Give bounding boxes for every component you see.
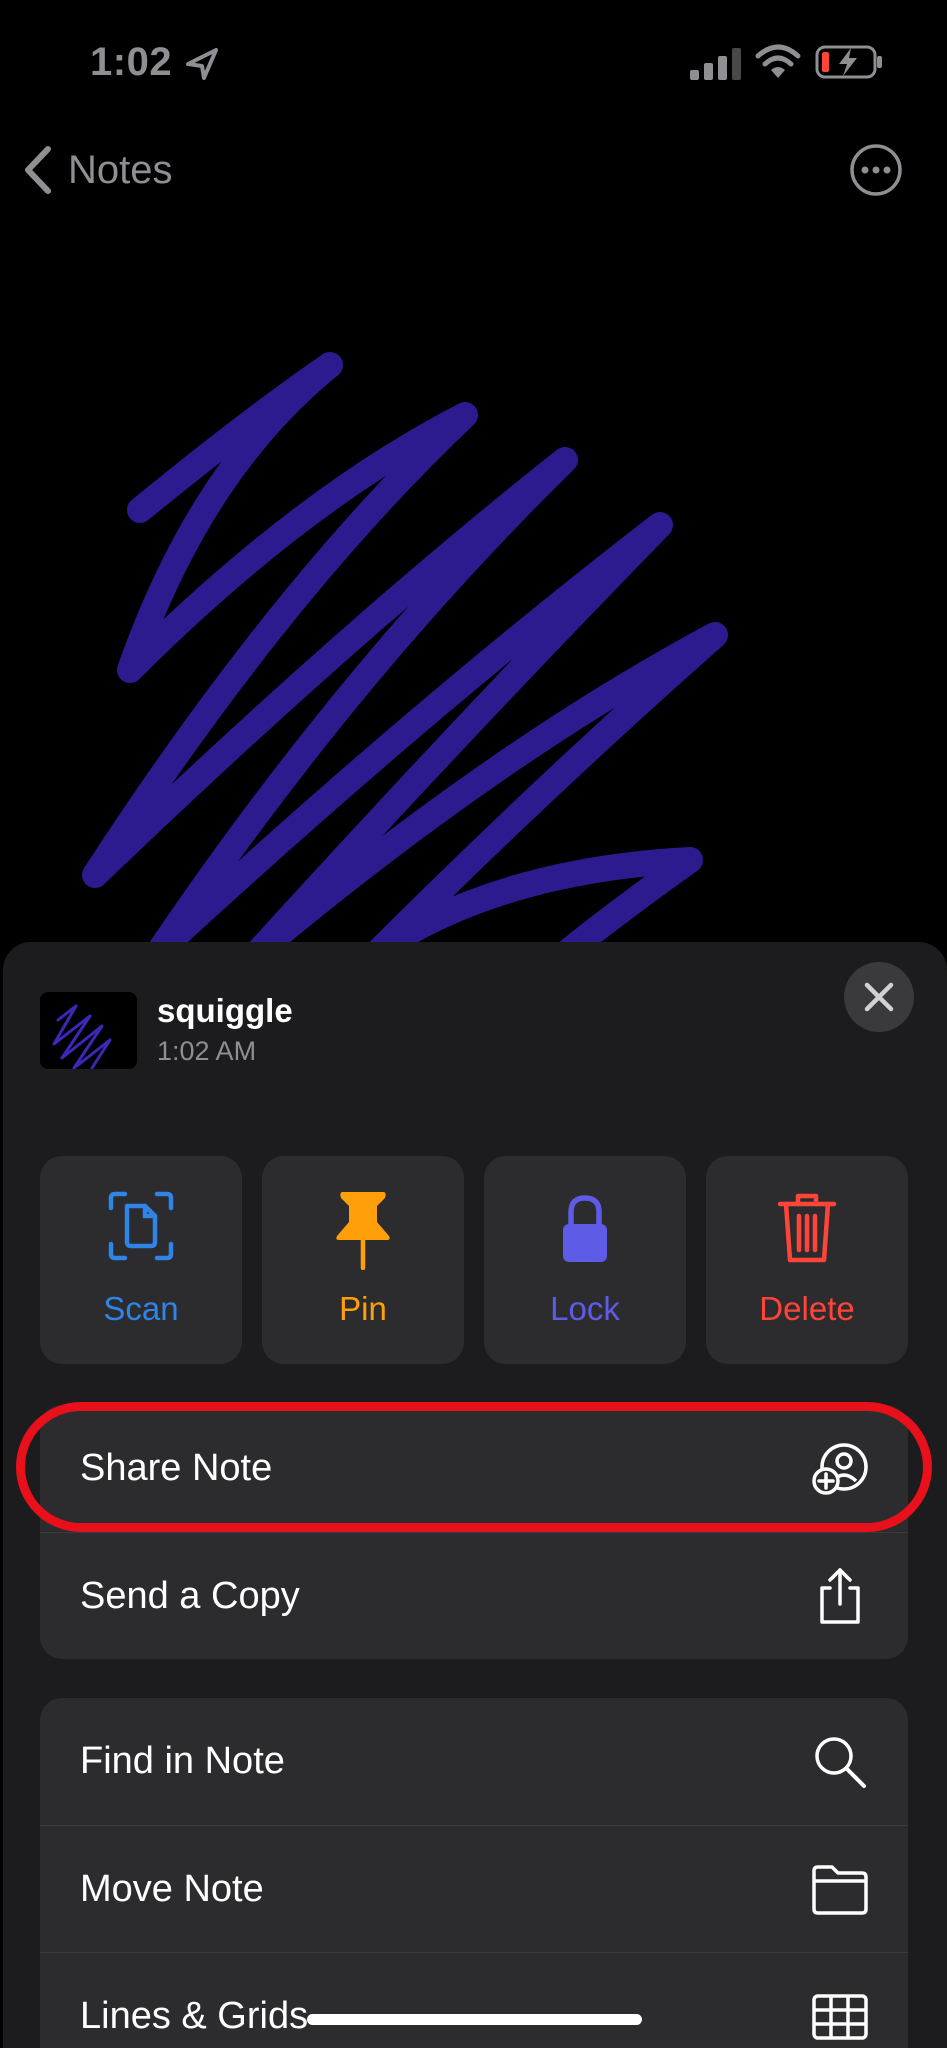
move-note-row[interactable]: Move Note	[40, 1825, 908, 1952]
pin-label: Pin	[339, 1290, 387, 1327]
delete-label: Delete	[759, 1290, 855, 1327]
find-in-note-label: Find in Note	[80, 1740, 285, 1782]
close-button[interactable]	[844, 962, 914, 1032]
scan-label: Scan	[103, 1290, 179, 1327]
note-time: 1:02 AM	[157, 1036, 257, 1066]
folder-icon	[812, 1865, 868, 1915]
share-group: Share Note Send a Copy	[40, 1405, 908, 1659]
share-note-row[interactable]: Share Note	[40, 1405, 908, 1532]
find-in-note-row[interactable]: Find in Note	[40, 1698, 908, 1825]
lock-label: Lock	[550, 1290, 620, 1327]
pin-button[interactable]: Pin	[262, 1156, 464, 1364]
magnifier-icon	[815, 1736, 866, 1788]
move-note-label: Move Note	[80, 1867, 264, 1910]
share-note-label: Share Note	[80, 1447, 273, 1489]
thumbnail-drawing	[52, 1004, 112, 1069]
location-arrow-icon	[186, 48, 218, 80]
battery-charging-icon	[815, 45, 882, 79]
lock-button[interactable]: Lock	[484, 1156, 686, 1364]
scan-document-icon	[108, 1191, 174, 1261]
lock-icon	[563, 1195, 607, 1262]
share-person-add-icon	[812, 1442, 868, 1495]
more-options-icon[interactable]	[849, 143, 903, 197]
chevron-left-icon	[25, 146, 51, 194]
delete-button[interactable]: Delete	[706, 1156, 908, 1364]
tools-group: Find in Note Move Note Lines & Grids	[40, 1698, 908, 2048]
status-bar: 1:02	[0, 0, 947, 120]
scan-button[interactable]: Scan	[40, 1156, 242, 1364]
back-label: Notes	[68, 147, 173, 192]
status-time: 1:02	[90, 40, 173, 84]
close-icon	[864, 982, 894, 1012]
home-indicator	[307, 2014, 642, 2025]
note-thumbnail	[40, 992, 137, 1069]
share-upload-icon	[820, 1568, 860, 1624]
lines-grids-label: Lines & Grids	[80, 1994, 309, 2037]
send-copy-label: Send a Copy	[80, 1574, 300, 1617]
lines-grids-row[interactable]: Lines & Grids	[40, 1952, 908, 2048]
send-copy-row[interactable]: Send a Copy	[40, 1532, 908, 1659]
back-button[interactable]: Notes	[20, 140, 173, 200]
grid-icon	[812, 1994, 868, 2040]
trash-icon	[777, 1193, 837, 1263]
wifi-icon	[755, 44, 801, 78]
note-drawing[interactable]	[0, 330, 947, 950]
pin-icon	[336, 1192, 390, 1270]
cellular-signal-icon	[690, 48, 741, 80]
note-title: squiggle	[157, 992, 293, 1029]
